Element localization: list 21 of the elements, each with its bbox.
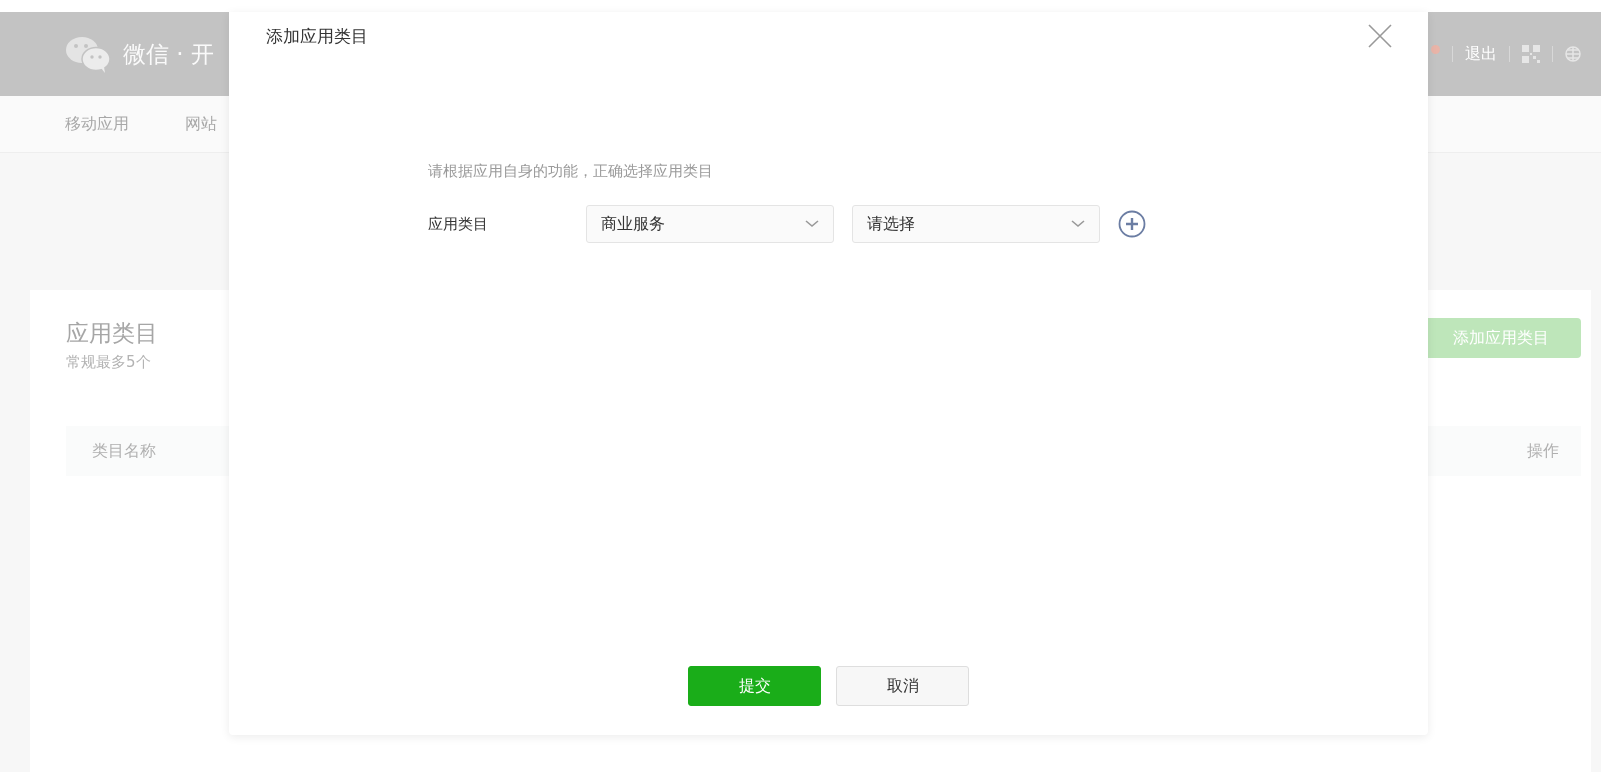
- category-select[interactable]: 商业服务: [586, 205, 834, 243]
- logout-link[interactable]: 退出: [1465, 43, 1497, 65]
- chevron-down-icon: [805, 220, 819, 228]
- column-header: 类目名称: [92, 440, 156, 462]
- field-label: 应用类目: [428, 214, 489, 234]
- section-title: 应用类目: [66, 319, 158, 348]
- globe-icon[interactable]: [1565, 46, 1581, 62]
- nav-tab[interactable]: 网站: [185, 113, 217, 135]
- column-header: 操作: [1527, 440, 1559, 462]
- nav-tab[interactable]: 移动应用: [65, 113, 129, 135]
- qr-code-icon[interactable]: [1522, 45, 1540, 63]
- section-subtitle: 常规最多5个: [66, 353, 152, 372]
- close-icon[interactable]: [1368, 24, 1392, 48]
- chat-bubbles-icon: [65, 35, 111, 73]
- cancel-button[interactable]: 取消: [836, 666, 969, 706]
- dialog-title: 添加应用类目: [266, 24, 368, 48]
- chevron-down-icon: [1071, 220, 1085, 228]
- hint-text: 请根据应用自身的功能，正确选择应用类目: [428, 162, 714, 181]
- plus-circle-icon[interactable]: [1118, 210, 1146, 238]
- submit-button[interactable]: 提交: [688, 666, 821, 706]
- category-select[interactable]: 请选择: [852, 205, 1100, 243]
